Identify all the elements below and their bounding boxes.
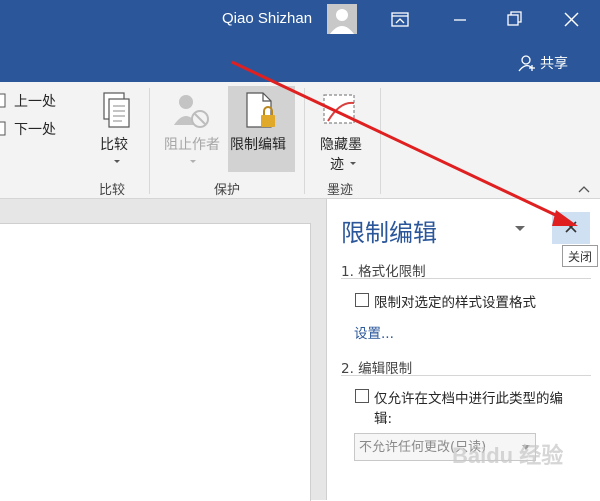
restore-button[interactable]: [494, 6, 534, 34]
next-icon: [0, 121, 6, 136]
restrict-editing-icon: [246, 92, 275, 128]
close-window-button[interactable]: [552, 6, 592, 34]
chevron-down-icon: [350, 162, 356, 165]
chevron-down-icon: [114, 160, 120, 163]
previous-change-button[interactable]: 上一处: [0, 91, 70, 111]
limit-formatting-label: 限制对选定的样式设置格式: [374, 295, 536, 311]
title-bar: Qiao Shizhan 共享: [0, 0, 600, 82]
allow-editing-type-checkbox[interactable]: [355, 389, 369, 403]
hide-ink-button[interactable]: 隐藏墨 迹: [314, 88, 374, 174]
compare-group-label: 比较: [99, 183, 126, 198]
hide-ink-label-line2: 迹: [330, 157, 344, 173]
restore-icon: [507, 11, 522, 26]
close-tooltip: 关闭: [562, 245, 598, 267]
ink-group-label: 墨迹: [327, 183, 354, 198]
block-authors-icon: [174, 95, 209, 128]
previous-icon: [0, 93, 6, 108]
limit-formatting-checkbox[interactable]: [355, 293, 369, 307]
close-icon: [565, 221, 577, 233]
restrict-editing-button[interactable]: 限制编辑: [228, 86, 295, 172]
avatar[interactable]: [327, 4, 357, 34]
editing-restrictions-heading: 2. 编辑限制: [341, 361, 413, 377]
block-authors-button[interactable]: 阻止作者: [160, 88, 226, 174]
document-area: [0, 199, 326, 501]
compare-button[interactable]: 比较: [88, 88, 146, 174]
restrict-editing-label: 限制编辑: [230, 137, 286, 153]
hide-ink-icon: [323, 94, 355, 124]
block-authors-label: 阻止作者: [164, 137, 220, 153]
chevron-down-icon: [190, 160, 196, 163]
minimize-icon: [454, 19, 466, 21]
ribbon-separator: [304, 88, 305, 194]
formatting-restrictions-heading: 1. 格式化限制: [341, 264, 426, 280]
hide-ink-label-line1: 隐藏墨: [320, 137, 362, 153]
ribbon-separator: [380, 88, 381, 194]
compare-documents-icon: [103, 92, 130, 128]
ribbon-display-options-button[interactable]: [380, 6, 420, 34]
compare-label: 比较: [100, 137, 128, 153]
person-add-icon: [518, 55, 535, 72]
allow-editing-type-label-line2: 辑:: [374, 411, 393, 427]
ribbon-display-icon: [391, 12, 409, 27]
protect-group-label: 保护: [214, 183, 241, 198]
pane-options-button[interactable]: [513, 224, 527, 234]
document-page[interactable]: [0, 223, 311, 501]
allow-editing-type-label-line1: 仅允许在文档中进行此类型的编: [374, 391, 563, 407]
share-label: 共享: [540, 56, 568, 72]
account-name[interactable]: Qiao Shizhan: [222, 10, 312, 27]
previous-change-label: 上一处: [14, 94, 56, 110]
next-change-button[interactable]: 下一处: [0, 119, 70, 139]
formatting-settings-link[interactable]: 设置...: [354, 322, 394, 342]
section-divider: [341, 278, 591, 279]
user-icon: [330, 9, 354, 34]
pane-close-button[interactable]: [552, 212, 590, 244]
minimize-button[interactable]: [440, 6, 480, 34]
ribbon-separator: [149, 88, 150, 194]
collapse-ribbon-button[interactable]: [577, 184, 591, 194]
share-button[interactable]: 共享: [518, 53, 568, 73]
section-divider: [341, 375, 591, 376]
watermark: Baidu 经验: [452, 443, 564, 468]
next-change-label: 下一处: [14, 122, 56, 138]
pane-title: 限制编辑: [341, 219, 437, 247]
close-icon: [564, 12, 579, 27]
